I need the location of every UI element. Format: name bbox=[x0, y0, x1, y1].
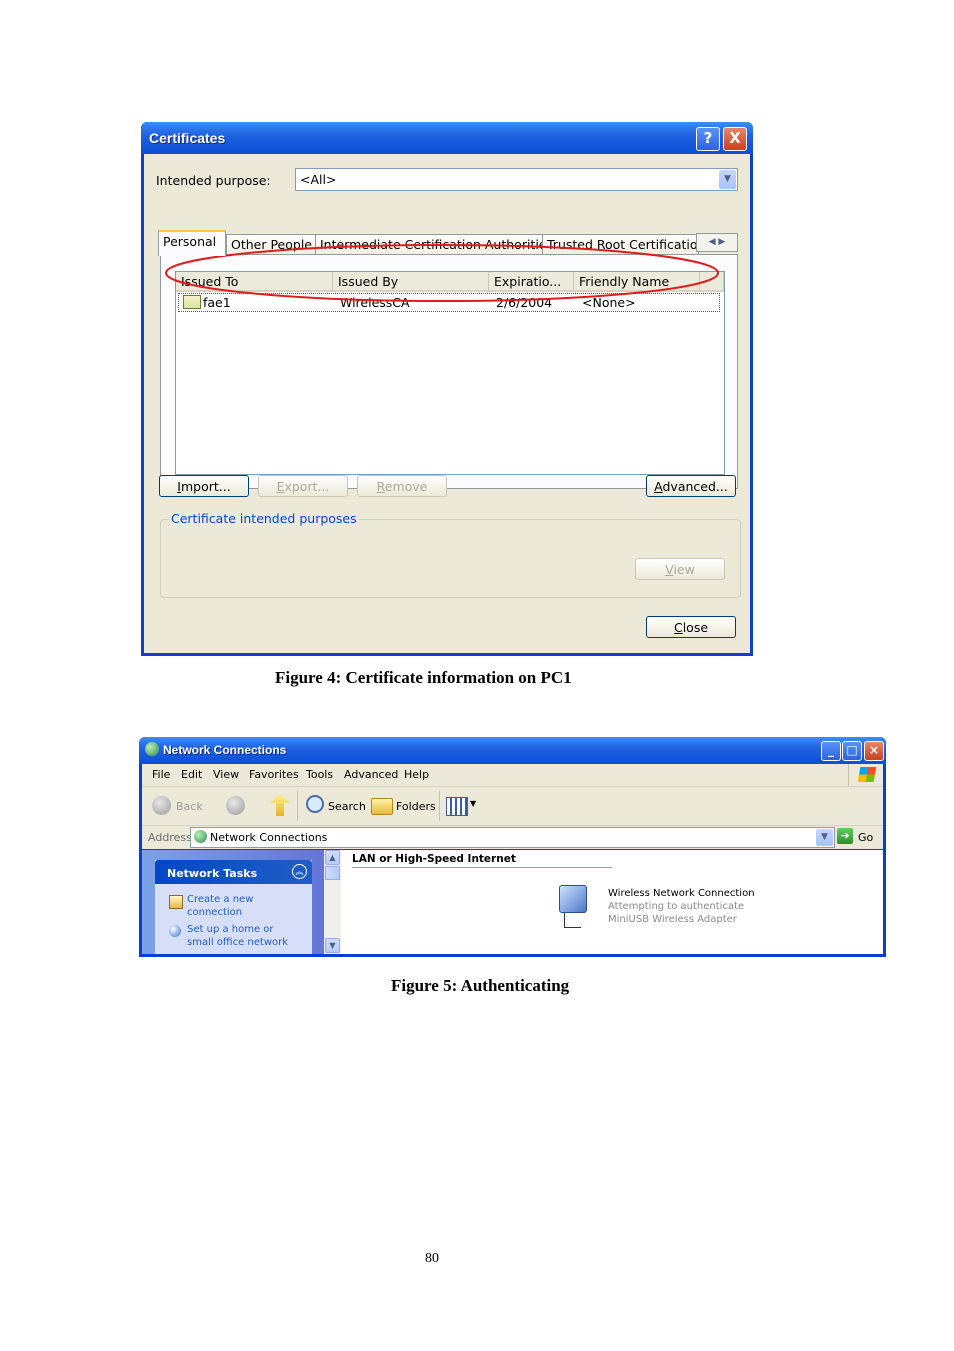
network-connections-icon bbox=[194, 830, 207, 843]
menu-file[interactable]: File bbox=[152, 768, 170, 781]
task-pane-scrollbar[interactable]: ▲ ▼ bbox=[324, 850, 341, 954]
figure-5-caption: Figure 5: Authenticating bbox=[391, 976, 570, 995]
menu-tools[interactable]: Tools bbox=[306, 768, 333, 781]
connection-status: Attempting to authenticate bbox=[608, 901, 745, 912]
network-tasks-panel: Network Tasks ︽ Create a new connection … bbox=[155, 860, 312, 954]
address-bar: Address Network Connections ▼ ➔ Go bbox=[142, 826, 883, 849]
home-network-icon bbox=[169, 925, 181, 937]
section-header: LAN or High-Speed Internet bbox=[352, 853, 516, 865]
menu-favorites[interactable]: Favorites bbox=[249, 768, 299, 781]
task-home-network[interactable]: Set up a home or small office network bbox=[187, 923, 302, 949]
scroll-thumb[interactable] bbox=[325, 866, 340, 880]
tab-personal[interactable]: Personal bbox=[158, 230, 226, 256]
menu-help[interactable]: Help bbox=[404, 768, 429, 781]
close-window-button[interactable]: × bbox=[864, 741, 884, 761]
window-content: Network Tasks ︽ Create a new connection … bbox=[142, 850, 883, 954]
address-dropdown-icon[interactable]: ▼ bbox=[816, 829, 833, 846]
forward-arrow-icon[interactable] bbox=[226, 796, 245, 815]
connection-name[interactable]: Wireless Network Connection bbox=[608, 888, 755, 899]
network-connections-window: Network Connections _ □ × File Edit View… bbox=[139, 737, 886, 957]
figure-4-caption: Figure 4: Certificate information on PC1 bbox=[275, 668, 572, 687]
views-dropdown-icon[interactable]: ▼ bbox=[470, 799, 476, 808]
folder-up-icon[interactable] bbox=[270, 794, 290, 816]
back-arrow-icon[interactable] bbox=[152, 796, 171, 815]
connection-device: MiniUSB Wireless Adapter bbox=[608, 914, 737, 925]
address-field[interactable]: Network Connections ▼ bbox=[190, 827, 835, 848]
views-icon[interactable] bbox=[446, 797, 468, 816]
menu-view[interactable]: View bbox=[213, 768, 239, 781]
wireless-connection-icon[interactable] bbox=[559, 885, 587, 913]
section-underline bbox=[352, 867, 612, 868]
folders-icon[interactable] bbox=[371, 798, 393, 815]
toolbar-separator-2 bbox=[439, 791, 440, 821]
scroll-up-icon[interactable]: ▲ bbox=[325, 850, 340, 865]
search-button-label[interactable]: Search bbox=[328, 800, 366, 813]
toolbar: Back Search Folders ▼ bbox=[142, 787, 883, 826]
highlight-ellipse-certificate bbox=[165, 244, 719, 302]
minimize-button[interactable]: _ bbox=[821, 741, 841, 761]
page-number: 80 bbox=[425, 1251, 439, 1266]
menu-advanced[interactable]: Advanced bbox=[344, 768, 398, 781]
go-arrow-icon[interactable]: ➔ bbox=[837, 828, 853, 844]
scroll-down-icon[interactable]: ▼ bbox=[325, 938, 340, 953]
menu-bar: File Edit View Favorites Tools Advanced … bbox=[142, 764, 883, 787]
connection-cable-icon bbox=[564, 913, 581, 928]
network-tasks-header[interactable]: Network Tasks ︽ bbox=[155, 860, 312, 884]
task-pane: Network Tasks ︽ Create a new connection … bbox=[142, 850, 324, 954]
menu-edit[interactable]: Edit bbox=[181, 768, 202, 781]
address-label: Address bbox=[148, 831, 192, 844]
window-titlebar: Network Connections _ □ × bbox=[139, 737, 886, 764]
windows-logo-icon bbox=[857, 767, 877, 782]
collapse-chevron-icon[interactable]: ︽ bbox=[292, 864, 307, 879]
go-button-label[interactable]: Go bbox=[858, 831, 873, 844]
network-globe-icon bbox=[145, 742, 159, 756]
back-button-label[interactable]: Back bbox=[176, 800, 203, 813]
network-tasks-title: Network Tasks bbox=[167, 867, 258, 880]
window-title: Network Connections bbox=[163, 743, 287, 757]
task-create-connection[interactable]: Create a new connection bbox=[187, 893, 287, 919]
search-icon[interactable] bbox=[306, 795, 324, 813]
toolbar-separator bbox=[297, 791, 298, 821]
windows-logo-area bbox=[848, 764, 884, 786]
create-connection-icon bbox=[169, 895, 183, 909]
address-value: Network Connections bbox=[210, 831, 328, 844]
folders-button-label[interactable]: Folders bbox=[396, 800, 436, 813]
maximize-button[interactable]: □ bbox=[842, 741, 862, 761]
